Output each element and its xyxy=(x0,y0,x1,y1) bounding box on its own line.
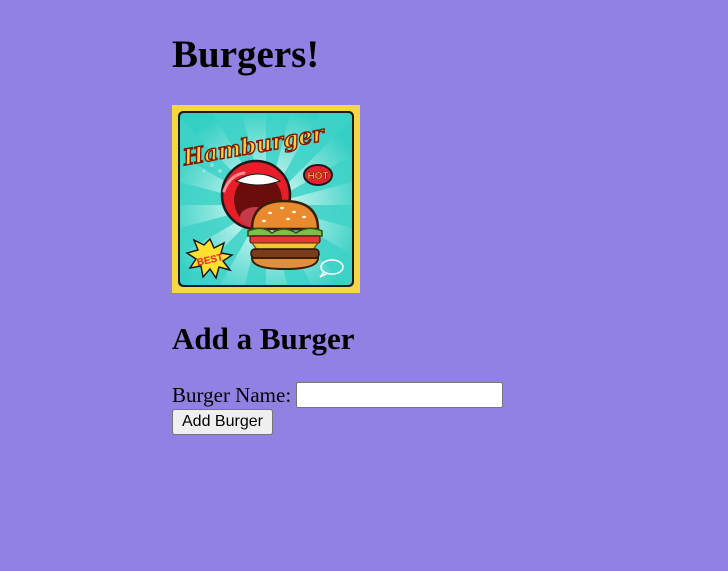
page-title: Burgers! xyxy=(172,33,320,76)
burger-name-label: Burger Name: xyxy=(172,383,292,407)
burger-name-row: Burger Name: xyxy=(172,381,504,409)
hot-badge-graphic: HOT xyxy=(303,164,333,186)
svg-text:HOT: HOT xyxy=(307,171,328,182)
add-burger-heading: Add a Burger xyxy=(172,321,355,356)
add-burger-button[interactable]: Add Burger xyxy=(172,409,273,435)
burger-graphic xyxy=(247,199,323,271)
hamburger-poster-image: HOT BEST Hamburger xyxy=(172,105,360,293)
burger-name-input[interactable] xyxy=(296,382,504,408)
